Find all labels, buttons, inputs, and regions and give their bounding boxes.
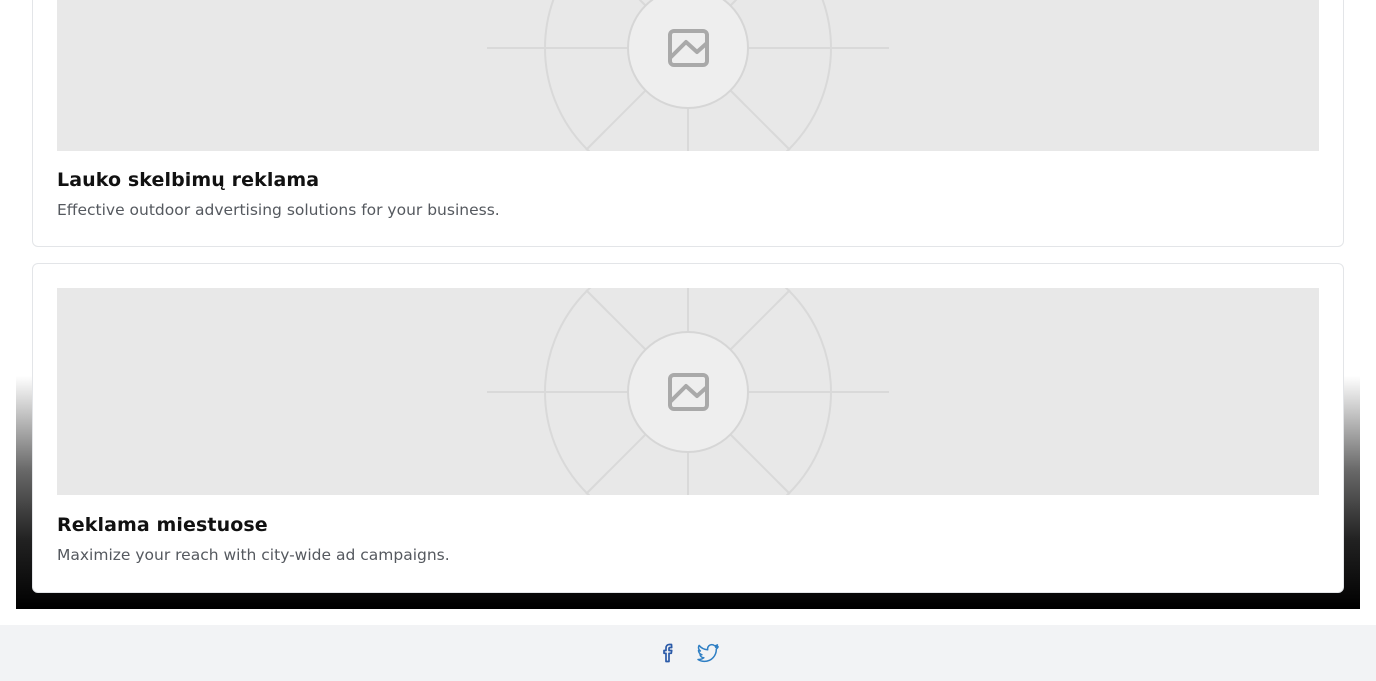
facebook-link[interactable] [657,641,681,665]
card-title: Reklama miestuose [57,514,268,536]
twitter-icon [697,643,719,663]
card-description: Effective outdoor advertising solutions … [57,201,500,219]
card-image-placeholder [57,0,1319,151]
facebook-icon [663,643,673,663]
card-title: Lauko skelbimų reklama [57,169,320,191]
twitter-link[interactable] [696,641,720,665]
service-card[interactable]: Reklama miestuose Maximize your reach wi… [32,263,1344,593]
card-image-placeholder [57,288,1319,495]
image-placeholder-graphic [487,288,889,495]
image-placeholder-graphic [487,0,889,151]
service-card[interactable]: Lauko skelbimų reklama Effective outdoor… [32,0,1344,247]
card-description: Maximize your reach with city-wide ad ca… [57,546,450,564]
site-footer [0,625,1376,681]
